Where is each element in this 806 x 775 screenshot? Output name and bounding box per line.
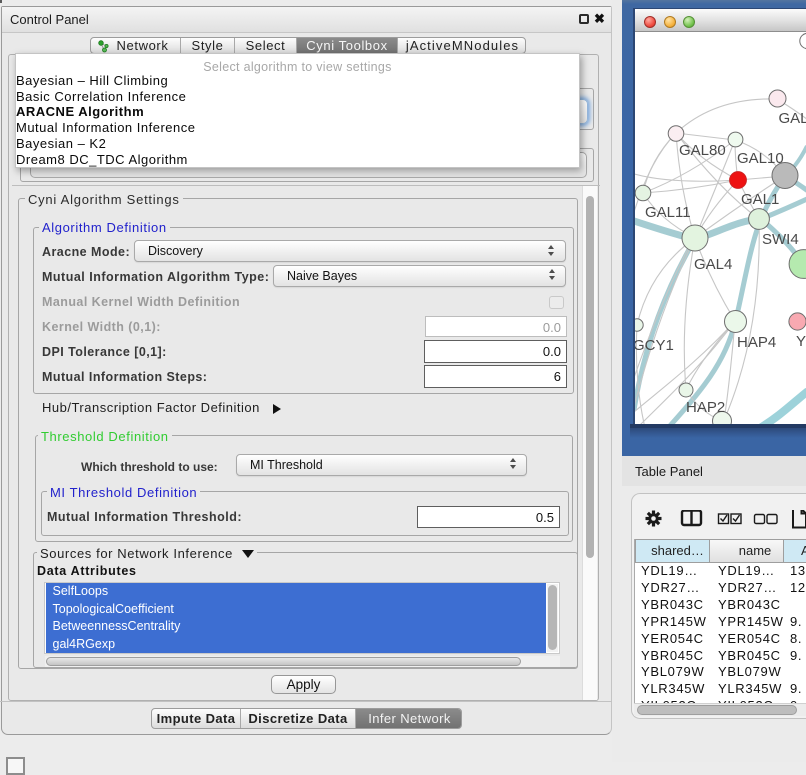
svg-text:Y: Y <box>796 333 806 350</box>
svg-text:GAL10: GAL10 <box>737 150 784 167</box>
svg-text:GAL1: GAL1 <box>741 191 779 208</box>
svg-text:GAL11: GAL11 <box>645 204 691 221</box>
svg-text:GAL80: GAL80 <box>679 142 726 159</box>
svg-text:GAL7: GAL7 <box>779 110 806 127</box>
svg-text:GAL4: GAL4 <box>694 256 732 273</box>
svg-text:GCY1: GCY1 <box>635 337 674 354</box>
svg-text:HAP4: HAP4 <box>737 334 776 351</box>
svg-text:SWI4: SWI4 <box>762 231 799 248</box>
svg-text:HAP2: HAP2 <box>686 399 725 416</box>
